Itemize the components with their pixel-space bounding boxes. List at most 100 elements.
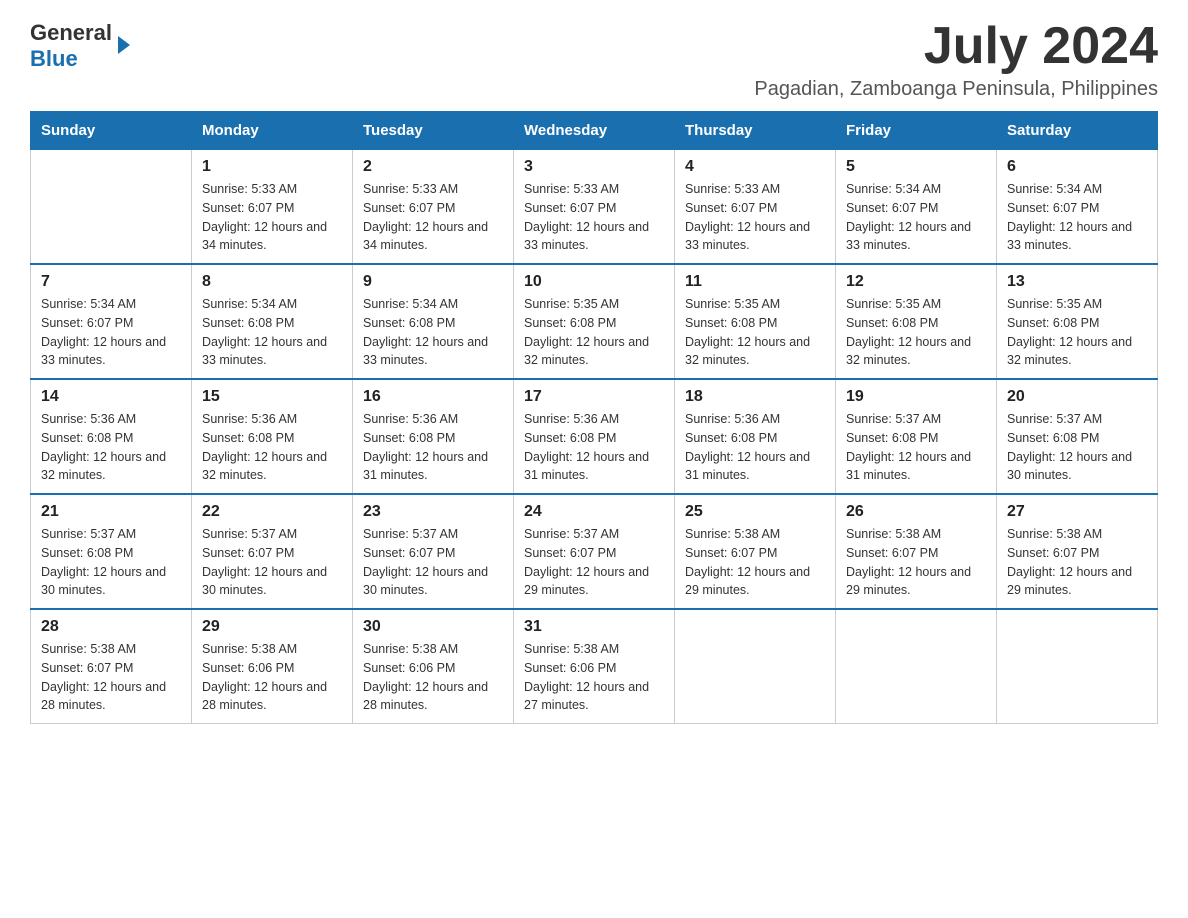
- calendar-cell: [675, 609, 836, 724]
- calendar-cell: 4 Sunrise: 5:33 AMSunset: 6:07 PMDaylight…: [675, 150, 836, 265]
- col-header-monday: Monday: [192, 112, 353, 150]
- col-header-saturday: Saturday: [997, 112, 1158, 150]
- day-info: Sunrise: 5:36 AMSunset: 6:08 PMDaylight:…: [524, 410, 664, 485]
- day-info: Sunrise: 5:36 AMSunset: 6:08 PMDaylight:…: [685, 410, 825, 485]
- calendar-cell: 3 Sunrise: 5:33 AMSunset: 6:07 PMDaylight…: [514, 150, 675, 265]
- calendar-week-row: 28Sunrise: 5:38 AMSunset: 6:07 PMDayligh…: [31, 609, 1158, 724]
- logo-text: General Blue: [30, 20, 112, 72]
- calendar-cell: 14 Sunrise: 5:36 AMSunset: 6:08 PMDayligh…: [31, 379, 192, 494]
- day-number: 12: [846, 273, 986, 291]
- calendar-week-row: 21Sunrise: 5:37 AMSunset: 6:08 PMDayligh…: [31, 494, 1158, 609]
- day-info: Sunrise: 5:33 AMSunset: 6:07 PMDaylight:…: [685, 180, 825, 255]
- calendar-cell: 28Sunrise: 5:38 AMSunset: 6:07 PMDayligh…: [31, 609, 192, 724]
- day-number: 15: [202, 388, 342, 406]
- month-title: July 2024: [754, 20, 1158, 72]
- day-info: Sunrise: 5:38 AMSunset: 6:07 PMDaylight:…: [41, 640, 181, 715]
- day-info: Sunrise: 5:35 AMSunset: 6:08 PMDaylight:…: [685, 295, 825, 370]
- day-info: Sunrise: 5:37 AMSunset: 6:08 PMDaylight:…: [846, 410, 986, 485]
- location-title: Pagadian, Zamboanga Peninsula, Philippin…: [754, 78, 1158, 101]
- day-number: 1: [202, 158, 342, 176]
- day-number: 29: [202, 618, 342, 636]
- day-number: 24: [524, 503, 664, 521]
- logo: General Blue: [30, 20, 130, 72]
- day-number: 18: [685, 388, 825, 406]
- day-number: 5: [846, 158, 986, 176]
- calendar-cell: 27 Sunrise: 5:38 AMSunset: 6:07 PMDayligh…: [997, 494, 1158, 609]
- logo-arrow-icon: [118, 36, 130, 54]
- day-info: Sunrise: 5:34 AMSunset: 6:08 PMDaylight:…: [363, 295, 503, 370]
- calendar-cell: [31, 150, 192, 265]
- col-header-wednesday: Wednesday: [514, 112, 675, 150]
- day-info: Sunrise: 5:34 AMSunset: 6:07 PMDaylight:…: [1007, 180, 1147, 255]
- day-info: Sunrise: 5:33 AMSunset: 6:07 PMDaylight:…: [524, 180, 664, 255]
- calendar-cell: [836, 609, 997, 724]
- page-header: General Blue July 2024 Pagadian, Zamboan…: [30, 20, 1158, 101]
- title-area: July 2024 Pagadian, Zamboanga Peninsula,…: [754, 20, 1158, 101]
- day-info: Sunrise: 5:38 AMSunset: 6:06 PMDaylight:…: [524, 640, 664, 715]
- calendar-header-row: SundayMondayTuesdayWednesdayThursdayFrid…: [31, 112, 1158, 150]
- calendar-cell: 24Sunrise: 5:37 AMSunset: 6:07 PMDayligh…: [514, 494, 675, 609]
- day-number: 4: [685, 158, 825, 176]
- calendar-cell: 6 Sunrise: 5:34 AMSunset: 6:07 PMDaylight…: [997, 150, 1158, 265]
- day-number: 30: [363, 618, 503, 636]
- calendar-cell: [997, 609, 1158, 724]
- calendar-cell: 10 Sunrise: 5:35 AMSunset: 6:08 PMDayligh…: [514, 264, 675, 379]
- calendar-cell: 21Sunrise: 5:37 AMSunset: 6:08 PMDayligh…: [31, 494, 192, 609]
- calendar-cell: 16 Sunrise: 5:36 AMSunset: 6:08 PMDayligh…: [353, 379, 514, 494]
- calendar-cell: 22 Sunrise: 5:37 AMSunset: 6:07 PMDayligh…: [192, 494, 353, 609]
- calendar-cell: 15 Sunrise: 5:36 AMSunset: 6:08 PMDayligh…: [192, 379, 353, 494]
- calendar-cell: 9 Sunrise: 5:34 AMSunset: 6:08 PMDaylight…: [353, 264, 514, 379]
- day-info: Sunrise: 5:35 AMSunset: 6:08 PMDaylight:…: [524, 295, 664, 370]
- calendar-cell: 25Sunrise: 5:38 AMSunset: 6:07 PMDayligh…: [675, 494, 836, 609]
- day-number: 7: [41, 273, 181, 291]
- calendar-cell: 30 Sunrise: 5:38 AMSunset: 6:06 PMDayligh…: [353, 609, 514, 724]
- day-number: 6: [1007, 158, 1147, 176]
- day-info: Sunrise: 5:37 AMSunset: 6:07 PMDaylight:…: [202, 525, 342, 600]
- day-number: 9: [363, 273, 503, 291]
- day-info: Sunrise: 5:38 AMSunset: 6:07 PMDaylight:…: [846, 525, 986, 600]
- calendar-cell: 1 Sunrise: 5:33 AMSunset: 6:07 PMDaylight…: [192, 150, 353, 265]
- day-number: 22: [202, 503, 342, 521]
- calendar-cell: 7Sunrise: 5:34 AMSunset: 6:07 PMDaylight…: [31, 264, 192, 379]
- day-number: 14: [41, 388, 181, 406]
- day-info: Sunrise: 5:38 AMSunset: 6:07 PMDaylight:…: [1007, 525, 1147, 600]
- day-info: Sunrise: 5:35 AMSunset: 6:08 PMDaylight:…: [846, 295, 986, 370]
- calendar-cell: 13 Sunrise: 5:35 AMSunset: 6:08 PMDayligh…: [997, 264, 1158, 379]
- logo-blue: Blue: [30, 46, 78, 71]
- day-number: 16: [363, 388, 503, 406]
- day-number: 19: [846, 388, 986, 406]
- day-info: Sunrise: 5:37 AMSunset: 6:07 PMDaylight:…: [363, 525, 503, 600]
- day-info: Sunrise: 5:35 AMSunset: 6:08 PMDaylight:…: [1007, 295, 1147, 370]
- col-header-thursday: Thursday: [675, 112, 836, 150]
- calendar-cell: 18 Sunrise: 5:36 AMSunset: 6:08 PMDayligh…: [675, 379, 836, 494]
- logo-general: General: [30, 20, 112, 45]
- day-info: Sunrise: 5:36 AMSunset: 6:08 PMDaylight:…: [41, 410, 181, 485]
- day-info: Sunrise: 5:36 AMSunset: 6:08 PMDaylight:…: [363, 410, 503, 485]
- calendar-week-row: 7Sunrise: 5:34 AMSunset: 6:07 PMDaylight…: [31, 264, 1158, 379]
- day-info: Sunrise: 5:37 AMSunset: 6:08 PMDaylight:…: [1007, 410, 1147, 485]
- day-number: 10: [524, 273, 664, 291]
- calendar-cell: 20Sunrise: 5:37 AMSunset: 6:08 PMDayligh…: [997, 379, 1158, 494]
- calendar-cell: 12 Sunrise: 5:35 AMSunset: 6:08 PMDayligh…: [836, 264, 997, 379]
- day-info: Sunrise: 5:33 AMSunset: 6:07 PMDaylight:…: [202, 180, 342, 255]
- col-header-tuesday: Tuesday: [353, 112, 514, 150]
- col-header-friday: Friday: [836, 112, 997, 150]
- calendar-week-row: 14 Sunrise: 5:36 AMSunset: 6:08 PMDayligh…: [31, 379, 1158, 494]
- day-number: 26: [846, 503, 986, 521]
- day-number: 13: [1007, 273, 1147, 291]
- calendar-cell: 23Sunrise: 5:37 AMSunset: 6:07 PMDayligh…: [353, 494, 514, 609]
- calendar-cell: 17 Sunrise: 5:36 AMSunset: 6:08 PMDayligh…: [514, 379, 675, 494]
- day-info: Sunrise: 5:38 AMSunset: 6:06 PMDaylight:…: [363, 640, 503, 715]
- day-info: Sunrise: 5:38 AMSunset: 6:06 PMDaylight:…: [202, 640, 342, 715]
- day-info: Sunrise: 5:33 AMSunset: 6:07 PMDaylight:…: [363, 180, 503, 255]
- calendar-cell: 31Sunrise: 5:38 AMSunset: 6:06 PMDayligh…: [514, 609, 675, 724]
- calendar-cell: 8Sunrise: 5:34 AMSunset: 6:08 PMDaylight…: [192, 264, 353, 379]
- calendar-cell: 11 Sunrise: 5:35 AMSunset: 6:08 PMDayligh…: [675, 264, 836, 379]
- day-info: Sunrise: 5:36 AMSunset: 6:08 PMDaylight:…: [202, 410, 342, 485]
- day-number: 27: [1007, 503, 1147, 521]
- day-number: 11: [685, 273, 825, 291]
- calendar-cell: 2Sunrise: 5:33 AMSunset: 6:07 PMDaylight…: [353, 150, 514, 265]
- day-number: 3: [524, 158, 664, 176]
- day-info: Sunrise: 5:37 AMSunset: 6:08 PMDaylight:…: [41, 525, 181, 600]
- day-number: 17: [524, 388, 664, 406]
